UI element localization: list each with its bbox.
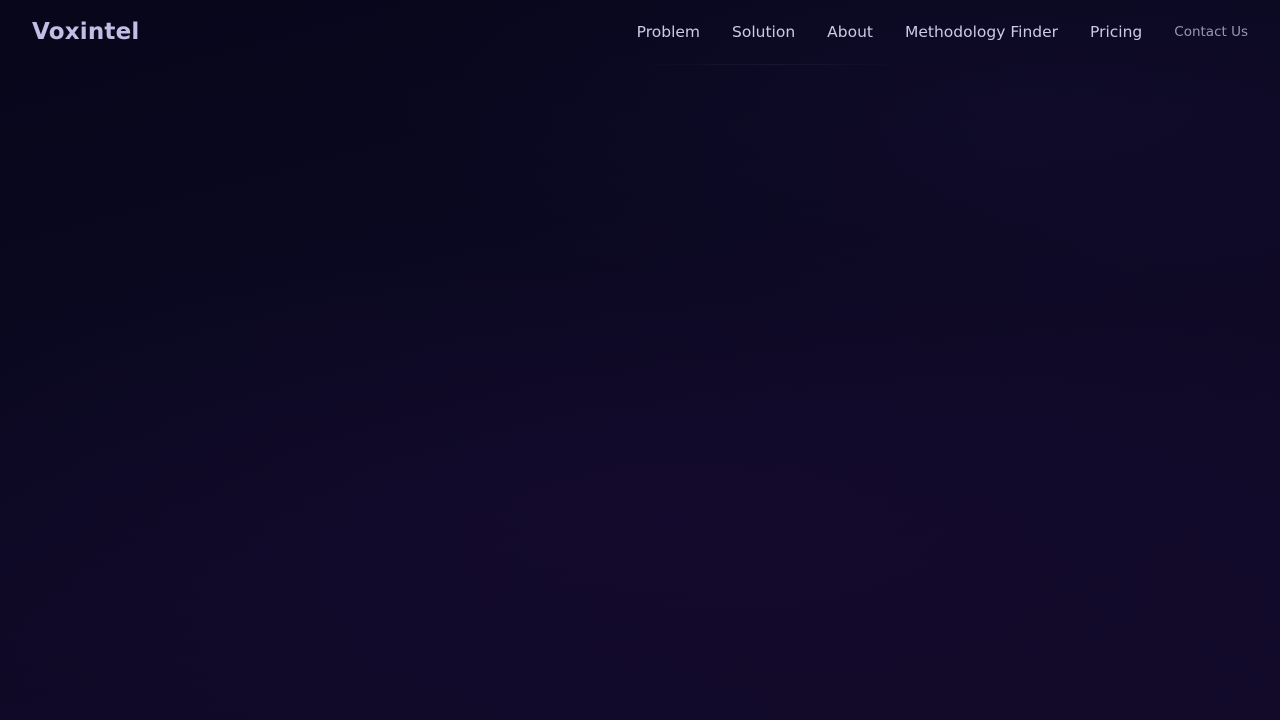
- nav-divider: [630, 64, 910, 65]
- contact-us-link[interactable]: Contact Us: [1174, 24, 1248, 40]
- nav-link-solution[interactable]: Solution: [732, 23, 795, 41]
- nav-link-about[interactable]: About: [827, 23, 873, 41]
- landing-page: Voxintel Problem Solution About Methodol…: [0, 0, 1280, 720]
- brand-logo[interactable]: Voxintel: [32, 19, 140, 45]
- nav-link-problem[interactable]: Problem: [637, 23, 700, 41]
- nav-links: Problem Solution About Methodology Finde…: [637, 23, 1248, 41]
- background-gradient: [0, 0, 1280, 720]
- top-navbar: Voxintel Problem Solution About Methodol…: [0, 0, 1280, 64]
- nav-link-pricing[interactable]: Pricing: [1090, 23, 1142, 41]
- nav-link-methodology-finder[interactable]: Methodology Finder: [905, 23, 1058, 41]
